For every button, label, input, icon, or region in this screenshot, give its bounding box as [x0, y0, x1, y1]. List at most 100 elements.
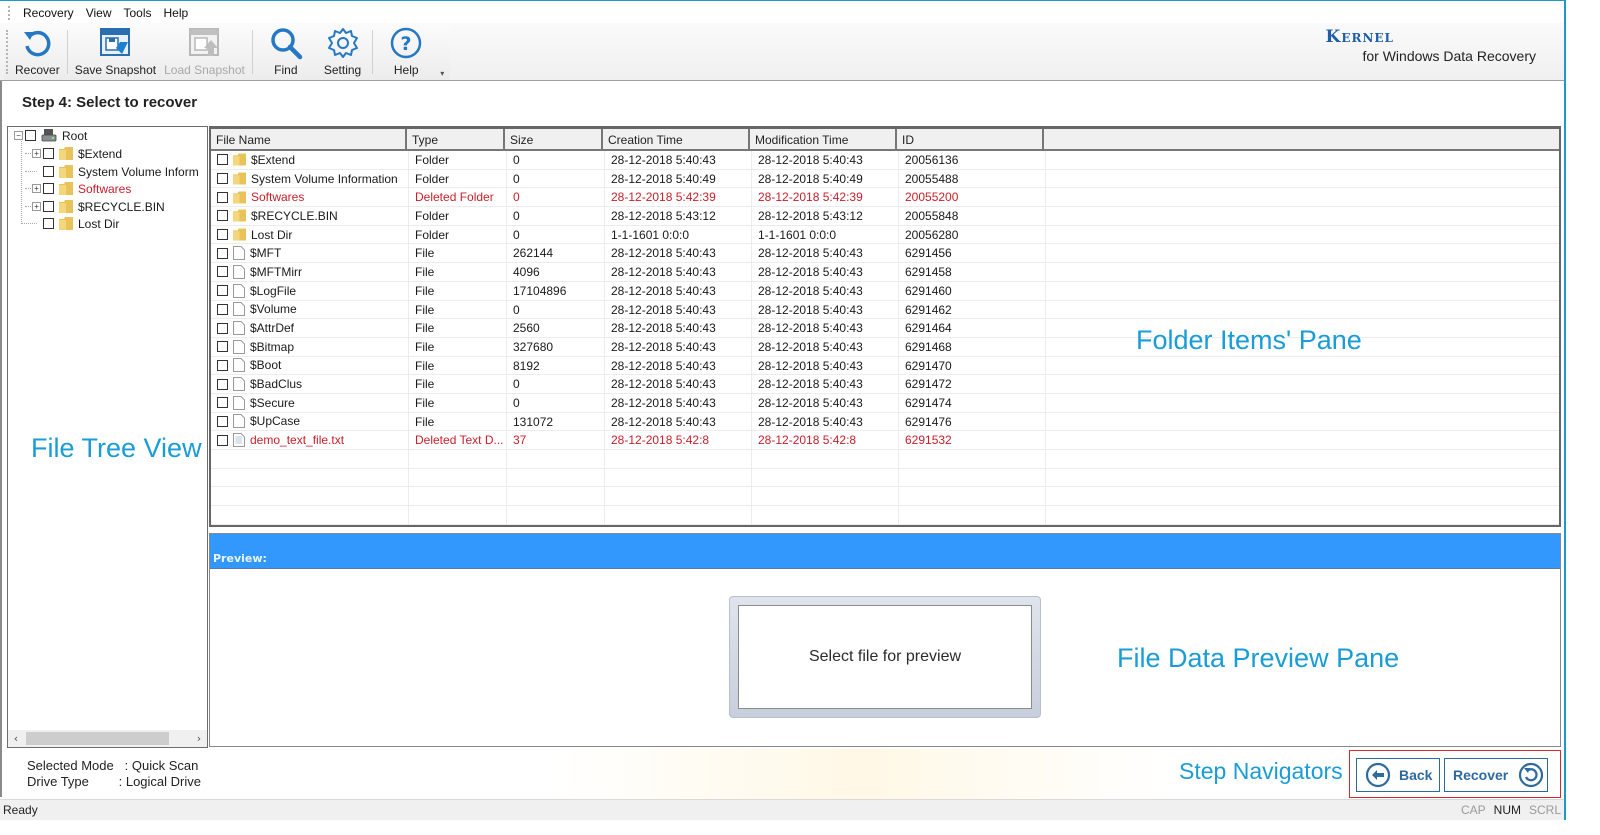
table-row[interactable]: $BadClus File 0 28-12-2018 5:40:43 28-12-201…	[211, 375, 1559, 394]
menu-bar: Recovery View Tools Help	[0, 2, 1564, 23]
table-row[interactable]: Lost Dir Folder 0 1-1-1601 0:0:0 1-1-1601 0:…	[211, 225, 1559, 245]
row-checkbox[interactable]	[217, 285, 228, 297]
cell-file-name: $Extend	[211, 151, 409, 169]
tree-item[interactable]: System Volume Inform	[32, 163, 199, 180]
table-row[interactable]: $Secure File 0 28-12-2018 5:40:43 28-12-2018…	[211, 393, 1559, 413]
menu-help[interactable]: Help	[158, 6, 195, 20]
menu-view[interactable]: View	[80, 6, 118, 20]
row-checkbox[interactable]	[217, 191, 228, 203]
menu-tools[interactable]: Tools	[117, 6, 157, 20]
tree-item[interactable]: Lost Dir	[32, 215, 119, 232]
row-checkbox[interactable]	[217, 229, 228, 241]
cell-file-name: $Secure	[211, 393, 409, 412]
tree-item[interactable]: + $RECYCLE.BIN	[32, 198, 165, 215]
recover-button[interactable]: Recover	[1444, 758, 1548, 792]
row-checkbox[interactable]	[217, 378, 228, 390]
row-checkbox[interactable]	[217, 210, 228, 222]
tree-checkbox[interactable]	[25, 130, 36, 141]
file-name-text: Lost Dir	[251, 227, 293, 242]
empty-cell	[752, 506, 899, 524]
column-header-modification-time[interactable]: Modification Time	[750, 129, 897, 149]
cell-type: File	[409, 393, 507, 412]
row-checkbox[interactable]	[217, 247, 228, 259]
cell-creation-time: 28-12-2018 5:40:43	[605, 337, 752, 356]
cell-size: 262144	[507, 244, 605, 263]
scroll-right-icon[interactable]: ›	[191, 730, 207, 747]
file-icon	[233, 414, 250, 429]
table-row[interactable]: $Extend Folder 0 28-12-2018 5:40:43 28-12-20…	[211, 151, 1559, 170]
cell-size: 4096	[507, 263, 605, 281]
row-checkbox[interactable]	[217, 154, 228, 166]
load-snapshot-button[interactable]: Load Snapshot	[160, 24, 249, 80]
column-header-creation-time[interactable]: Creation Time	[603, 129, 750, 149]
tree-item-root[interactable]: − Root	[14, 127, 87, 144]
scroll-left-icon[interactable]: ‹	[8, 730, 24, 747]
tree-checkbox[interactable]	[43, 148, 54, 159]
expand-icon[interactable]: +	[32, 202, 41, 211]
back-button[interactable]: Back	[1356, 758, 1440, 792]
table-row[interactable]: $LogFile File 17104896 28-12-2018 5:40:43 28…	[211, 281, 1559, 301]
table-row[interactable]: $Boot File 8192 28-12-2018 5:40:43 28-12-201…	[211, 356, 1559, 376]
cell-creation-time: 1-1-1601 0:0:0	[605, 225, 752, 244]
file-name-text: Softwares	[251, 190, 305, 205]
find-button[interactable]: Find	[256, 24, 316, 80]
table-row[interactable]: $UpCase File 131072 28-12-2018 5:40:43 28-12…	[211, 412, 1559, 432]
folder-icon	[233, 153, 251, 166]
cell-modification-time: 28-12-2018 5:40:43	[752, 412, 899, 431]
row-checkbox[interactable]	[217, 303, 228, 315]
cell-file-name: $MFTMirr	[211, 263, 409, 281]
setting-button[interactable]: Setting	[316, 24, 369, 80]
row-checkbox[interactable]	[217, 173, 228, 185]
row-checkbox[interactable]	[217, 322, 228, 334]
drive-type-label: Drive Type	[27, 774, 89, 789]
table-row[interactable]: System Volume Information Folder 0 28-12-20…	[211, 169, 1559, 189]
brand-logo: Kernel for Windows Data Recovery	[1326, 27, 1536, 64]
tree-checkbox[interactable]	[43, 183, 54, 194]
row-checkbox[interactable]	[217, 397, 228, 409]
cell-file-name: demo_text_file.txt	[211, 431, 409, 449]
grid-header: File Name Type Size Creation Time Modifi…	[211, 129, 1559, 151]
toolbar-separator	[66, 30, 68, 74]
column-header-size[interactable]: Size	[505, 129, 603, 149]
tree-item[interactable]: + $Extend	[32, 145, 122, 162]
cell-type: File	[409, 337, 507, 356]
row-checkbox[interactable]	[217, 341, 228, 353]
tree-checkbox[interactable]	[43, 201, 54, 212]
table-row[interactable]: $Volume File 0 28-12-2018 5:40:43 28-12-2018…	[211, 300, 1559, 320]
help-button[interactable]: ? Help	[376, 24, 436, 80]
tree-horizontal-scrollbar[interactable]: ‹ ›	[8, 730, 207, 747]
save-snapshot-button[interactable]: Save Snapshot	[71, 24, 160, 80]
column-header-type[interactable]: Type	[407, 129, 505, 149]
recover-toolbar-button[interactable]: Recover	[11, 24, 64, 80]
cell-size: 37	[507, 431, 605, 449]
cell-file-name: $Volume	[211, 300, 409, 319]
empty-cell	[899, 487, 1046, 506]
scrollbar-thumb[interactable]	[26, 732, 169, 745]
cell-id: 20056280	[899, 225, 1046, 244]
tree-item[interactable]: + Softwares	[32, 180, 131, 197]
row-checkbox[interactable]	[217, 266, 228, 278]
table-row[interactable]: $RECYCLE.BIN Folder 0 28-12-2018 5:43:12 28-…	[211, 207, 1559, 226]
cell-type: Folder	[409, 207, 507, 225]
row-checkbox[interactable]	[217, 415, 228, 427]
cell-type: File	[409, 412, 507, 431]
cell-id: 6291474	[899, 393, 1046, 412]
collapse-icon[interactable]: −	[14, 131, 23, 140]
table-row[interactable]: demo_text_file.txt Deleted Text D... 37 28-…	[211, 431, 1559, 450]
tree-checkbox[interactable]	[43, 218, 54, 229]
toolbar-overflow-icon[interactable]: ▾	[440, 70, 448, 78]
menu-recovery[interactable]: Recovery	[17, 6, 80, 20]
column-header-id[interactable]: ID	[897, 129, 1044, 149]
table-row[interactable]: $MFT File 262144 28-12-2018 5:40:43 28-12-20…	[211, 244, 1559, 264]
column-header-file-name[interactable]: File Name	[211, 129, 407, 149]
table-row[interactable]: Softwares Deleted Folder 0 28-12-2018 5:42:…	[211, 188, 1559, 208]
row-checkbox[interactable]	[217, 434, 228, 446]
row-checkbox[interactable]	[217, 359, 228, 371]
expand-icon[interactable]: +	[32, 184, 41, 193]
empty-table-row	[211, 468, 1559, 488]
table-row[interactable]: $MFTMirr File 4096 28-12-2018 5:40:43 28-12-…	[211, 263, 1559, 282]
tree-checkbox[interactable]	[43, 166, 54, 177]
annotation-preview-pane: File Data Preview Pane	[1117, 643, 1400, 673]
expand-icon[interactable]: +	[32, 149, 41, 158]
cell-size: 0	[507, 151, 605, 169]
